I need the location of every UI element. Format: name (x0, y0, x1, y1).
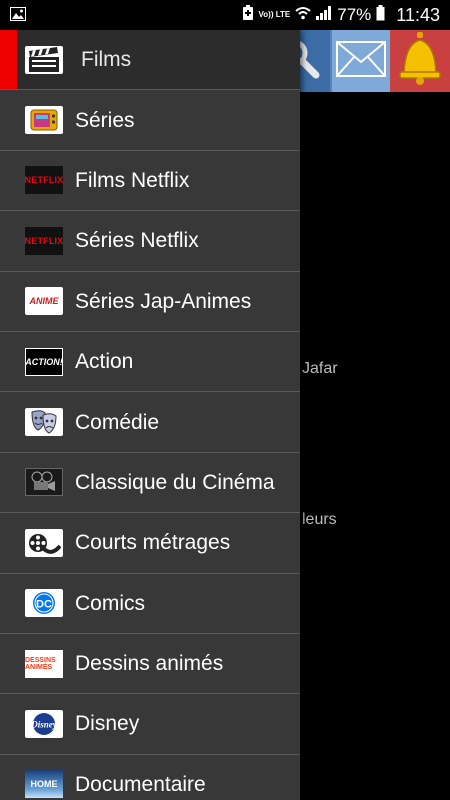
navigation-drawer: Films Séries NETFLIX Films Netflix NETFL… (0, 30, 300, 800)
active-indicator (0, 30, 17, 90)
earth-home-icon: HOME (25, 770, 63, 799)
background-text: Jafar (302, 360, 338, 377)
clapperboard-icon (25, 45, 63, 74)
drawer-item-label: Action (75, 350, 134, 374)
bell-icon (397, 31, 443, 91)
status-bar: Vo)) LTE 77% 11:43 (0, 0, 450, 30)
signal-strength-icon (316, 5, 332, 25)
drawer-item-films-netflix[interactable]: NETFLIX Films Netflix (0, 151, 300, 212)
drawer-item-action[interactable]: ACTION! Action (0, 332, 300, 393)
anime-logo-icon: ANIME (25, 287, 63, 316)
background-text: leurs (302, 511, 337, 528)
drawer-item-disney[interactable]: Disney Disney (0, 694, 300, 755)
drawer-item-label: Comédie (75, 410, 160, 434)
drawer-item-series-jap-animes[interactable]: ANIME Séries Jap-Animes (0, 272, 300, 332)
drawer-item-series[interactable]: Séries (0, 90, 300, 151)
drawer-item-comics[interactable]: DC Comics (0, 574, 300, 634)
theatre-masks-icon (25, 408, 63, 437)
notifications-button[interactable] (390, 30, 450, 92)
messages-button[interactable] (330, 30, 390, 92)
disney-logo-icon: Disney (25, 709, 63, 738)
envelope-icon (336, 40, 386, 82)
disney-logo-text: Disney (30, 719, 58, 729)
drawer-item-label: Comics (75, 591, 146, 615)
cartoon-logo-icon: DESSINS ANIMÉS (25, 649, 63, 678)
action-logo-icon: ACTION! (25, 347, 63, 376)
wifi-icon (295, 5, 311, 25)
drawer-item-films[interactable]: Films (0, 30, 300, 91)
clock: 11:43 (396, 4, 440, 25)
battery-percent: 77% (337, 5, 372, 24)
drawer-item-label: Documentaire (75, 772, 206, 796)
drawer-item-label: Séries (75, 108, 135, 132)
volte-indicator: Vo)) LTE (258, 10, 291, 19)
drawer-item-label: Disney (75, 712, 140, 736)
gallery-notification-icon (10, 7, 26, 26)
drawer-item-label: Classique du Cinéma (75, 470, 275, 494)
battery-saver-icon (242, 4, 254, 26)
drawer-item-label: Séries Netflix (75, 229, 199, 253)
drawer-item-series-netflix[interactable]: NETFLIX Séries Netflix (0, 211, 300, 272)
dc-logo-text: DC (36, 599, 52, 611)
battery-icon (376, 4, 385, 26)
netflix-logo-icon: NETFLIX (25, 226, 63, 255)
drawer-item-dessins-animes[interactable]: DESSINS ANIMÉS Dessins animés (0, 634, 300, 695)
drawer-item-label: Films Netflix (75, 168, 190, 192)
drawer-item-classique-du-cinema[interactable]: Classique du Cinéma (0, 453, 300, 514)
netflix-logo-icon: NETFLIX (25, 166, 63, 195)
drawer-item-label: Dessins animés (75, 652, 224, 676)
film-projector-icon (25, 468, 63, 497)
drawer-item-comedie[interactable]: Comédie (0, 392, 300, 453)
drawer-item-label: Films (81, 48, 132, 72)
film-reel-icon (25, 528, 63, 557)
drawer-item-courts-metrages[interactable]: Courts métrages (0, 513, 300, 574)
drawer-item-label: Séries Jap-Animes (75, 289, 252, 313)
drawer-item-label: Courts métrages (75, 531, 231, 555)
dc-logo-icon: DC (25, 589, 63, 618)
drawer-item-documentaire[interactable]: HOME Documentaire (0, 755, 300, 800)
tv-icon (25, 106, 63, 135)
